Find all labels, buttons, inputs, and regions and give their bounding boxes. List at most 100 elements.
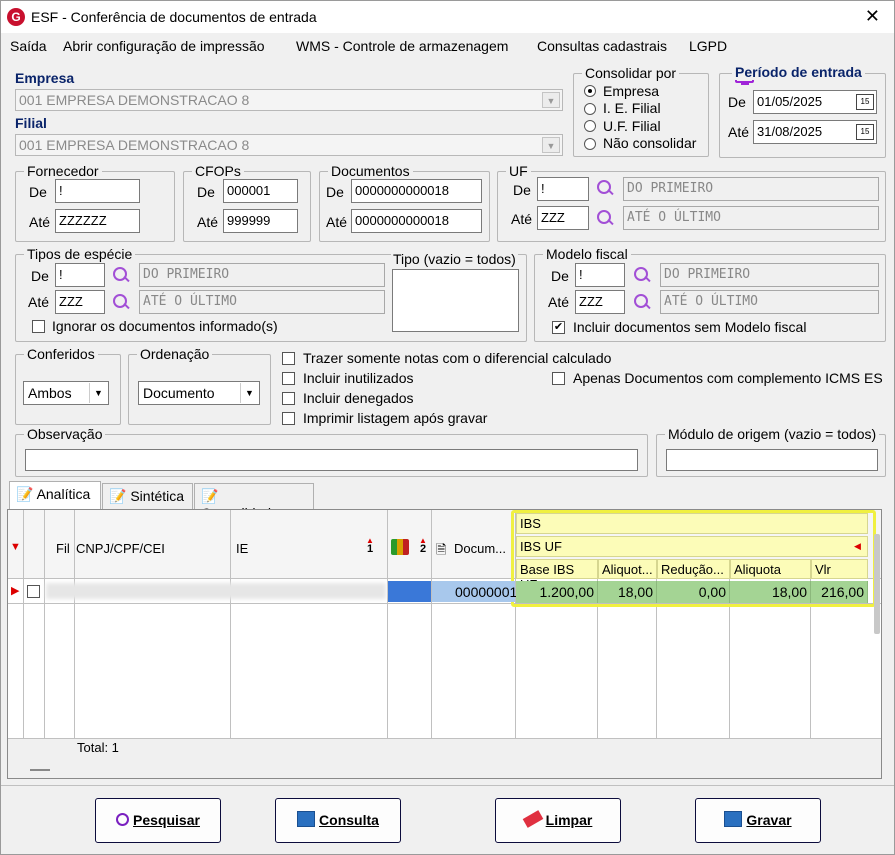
radio-uf-filial[interactable] [584,120,596,132]
tab-analitica[interactable]: 📝 Analítica [9,481,101,509]
app-logo-icon: G [7,8,25,26]
fornecedor-de-input[interactable]: ! [55,179,140,203]
apenas-icms-checkbox[interactable] [552,372,565,385]
incluir-sem-modelo-checkbox[interactable]: ✔ [552,321,565,334]
col-fil-header[interactable]: Fil [56,541,70,556]
cfops-de-label: De [197,184,215,200]
gravar-label: Gravar [746,812,792,828]
row-checkbox[interactable] [27,585,40,598]
tipos-especie-title: Tipos de espécie [24,246,136,262]
modelo-de-input[interactable]: ! [575,263,625,287]
tipos-de-desc-value: DO PRIMEIRO [143,267,230,282]
edit-doc-icon: 📝 [109,488,127,504]
empresa-label: Empresa [15,70,75,86]
search-icon[interactable] [633,293,651,311]
grid-line [431,510,432,742]
cfops-ate-label: Até [197,214,219,230]
consulta-button[interactable]: Consulta [275,798,401,843]
calendar-icon[interactable]: 15 [856,94,874,110]
gravar-button[interactable]: Gravar [695,798,821,843]
limpar-button[interactable]: Limpar [495,798,621,843]
search-icon[interactable] [112,293,130,311]
col-doc-header[interactable]: Docum... [454,541,506,556]
documentos-ate-input[interactable]: 0000000000018 [351,209,482,233]
radio-empresa[interactable] [584,85,596,97]
menu-consultas-cadastrais[interactable]: Consultas cadastrais [537,38,667,54]
modelo-de-label: De [551,268,569,284]
search-icon[interactable] [633,266,651,284]
inutilizados-checkbox[interactable] [282,372,295,385]
menu-bar: Saída Abrir configuração de impressão WM… [1,33,894,85]
redacted-cells [46,583,386,599]
cell-aliquota-ef[interactable]: 18,00 [730,581,811,603]
calendar-icon[interactable]: 15 [856,124,874,140]
uf-de-label: De [513,182,531,198]
imprimir-checkbox[interactable] [282,412,295,425]
observacao-input[interactable] [25,449,638,471]
menu-saida[interactable]: Saída [10,38,47,54]
horizontal-scrollbar[interactable] [30,769,50,771]
col-cnpj-header[interactable]: CNPJ/CPF/CEI [76,541,165,556]
denegados-checkbox[interactable] [282,392,295,405]
tipo-listbox[interactable] [392,269,519,332]
ordenacao-select[interactable]: Documento ▼ [138,381,260,405]
filial-select[interactable]: 001 EMPRESA DEMONSTRACAO 8 ▼ [15,134,563,156]
documentos-ate-label: Até [326,214,348,230]
cell-vlr-imp-value: 216,00 [821,584,864,600]
empresa-select[interactable]: 001 EMPRESA DEMONSTRACAO 8 ▼ [15,89,563,111]
uf-de-input[interactable]: ! [537,177,589,201]
selected-cell[interactable] [388,581,431,602]
menu-abrir-configuracao[interactable]: Abrir configuração de impressão [63,38,265,54]
search-icon[interactable] [596,179,614,197]
modelo-ate-input[interactable]: ZZZ [575,290,625,314]
grid-line [74,510,75,742]
data-grid[interactable]: ▼ Fil CNPJ/CPF/CEI IE ▲ 1 ▲ 2 🗎 Docum...… [7,509,882,779]
tipos-ate-input[interactable]: ZZZ [55,290,105,314]
col-ie-header[interactable]: IE [236,541,248,556]
radio-ie-filial[interactable] [584,103,596,115]
tipos-de-label: De [31,268,49,284]
trazer-checkbox[interactable] [282,352,295,365]
filial-value: 001 EMPRESA DEMONSTRACAO 8 [19,137,250,153]
cell-reducao[interactable]: 0,00 [657,581,730,603]
tab-sintetica[interactable]: 📝 Sintética [102,483,193,509]
fornecedor-ate-input[interactable]: ZZZZZZ [55,209,140,233]
cell-vlr-imp[interactable]: 216,00 [811,581,868,603]
menu-lgpd[interactable]: LGPD [689,38,727,54]
uf-ate-input[interactable]: ZZZ [537,206,589,230]
tab-consolidados[interactable]: 📝 Consolidados [194,483,314,521]
conferidos-select[interactable]: Ambos ▼ [23,381,109,405]
chevron-down-icon: ▼ [542,137,560,153]
traffic-icon[interactable] [391,539,409,555]
cfops-de-value: 000001 [227,183,271,198]
modelo-de-desc: DO PRIMEIRO [660,263,879,287]
edit-doc-icon: 📝 [201,488,219,504]
modulo-input[interactable] [666,449,878,471]
ignorar-checkbox[interactable] [32,320,45,333]
title-bar: G ESF - Conferência de documentos de ent… [1,1,894,33]
vertical-scrollbar[interactable] [874,534,880,634]
close-icon[interactable]: ✕ [865,6,880,27]
uf-ate-desc-value: ATÉ O ÚLTIMO [627,210,721,225]
row-pointer-icon: ▶ [11,585,20,597]
radio-nao-consolidar[interactable] [584,138,596,150]
search-icon[interactable] [596,209,614,227]
cell-base-ibs-uf[interactable]: 1.200,00 [516,581,598,603]
grid-icon [297,811,316,828]
divider [1,785,894,786]
empresa-value: 001 EMPRESA DEMONSTRACAO 8 [19,92,250,108]
cfops-de-input[interactable]: 000001 [223,179,298,203]
cfops-ate-input[interactable]: 999999 [223,209,298,233]
conferidos-title: Conferidos [24,346,98,362]
tab-sintetica-label: Sintética [130,488,185,504]
tipos-de-input[interactable]: ! [55,263,105,287]
cfops-title: CFOPs [192,163,244,179]
trazer-label: Trazer somente notas com o diferencial c… [303,350,612,366]
ignorar-label: Ignorar os documentos informado(s) [52,318,278,334]
cell-aliquota-value: 18,00 [617,584,653,600]
cell-aliquota[interactable]: 18,00 [598,581,657,603]
documentos-de-input[interactable]: 0000000000018 [351,179,482,203]
search-icon[interactable] [112,266,130,284]
pesquisar-button[interactable]: Pesquisar [95,798,221,843]
menu-wms[interactable]: WMS - Controle de armazenagem [296,38,508,54]
